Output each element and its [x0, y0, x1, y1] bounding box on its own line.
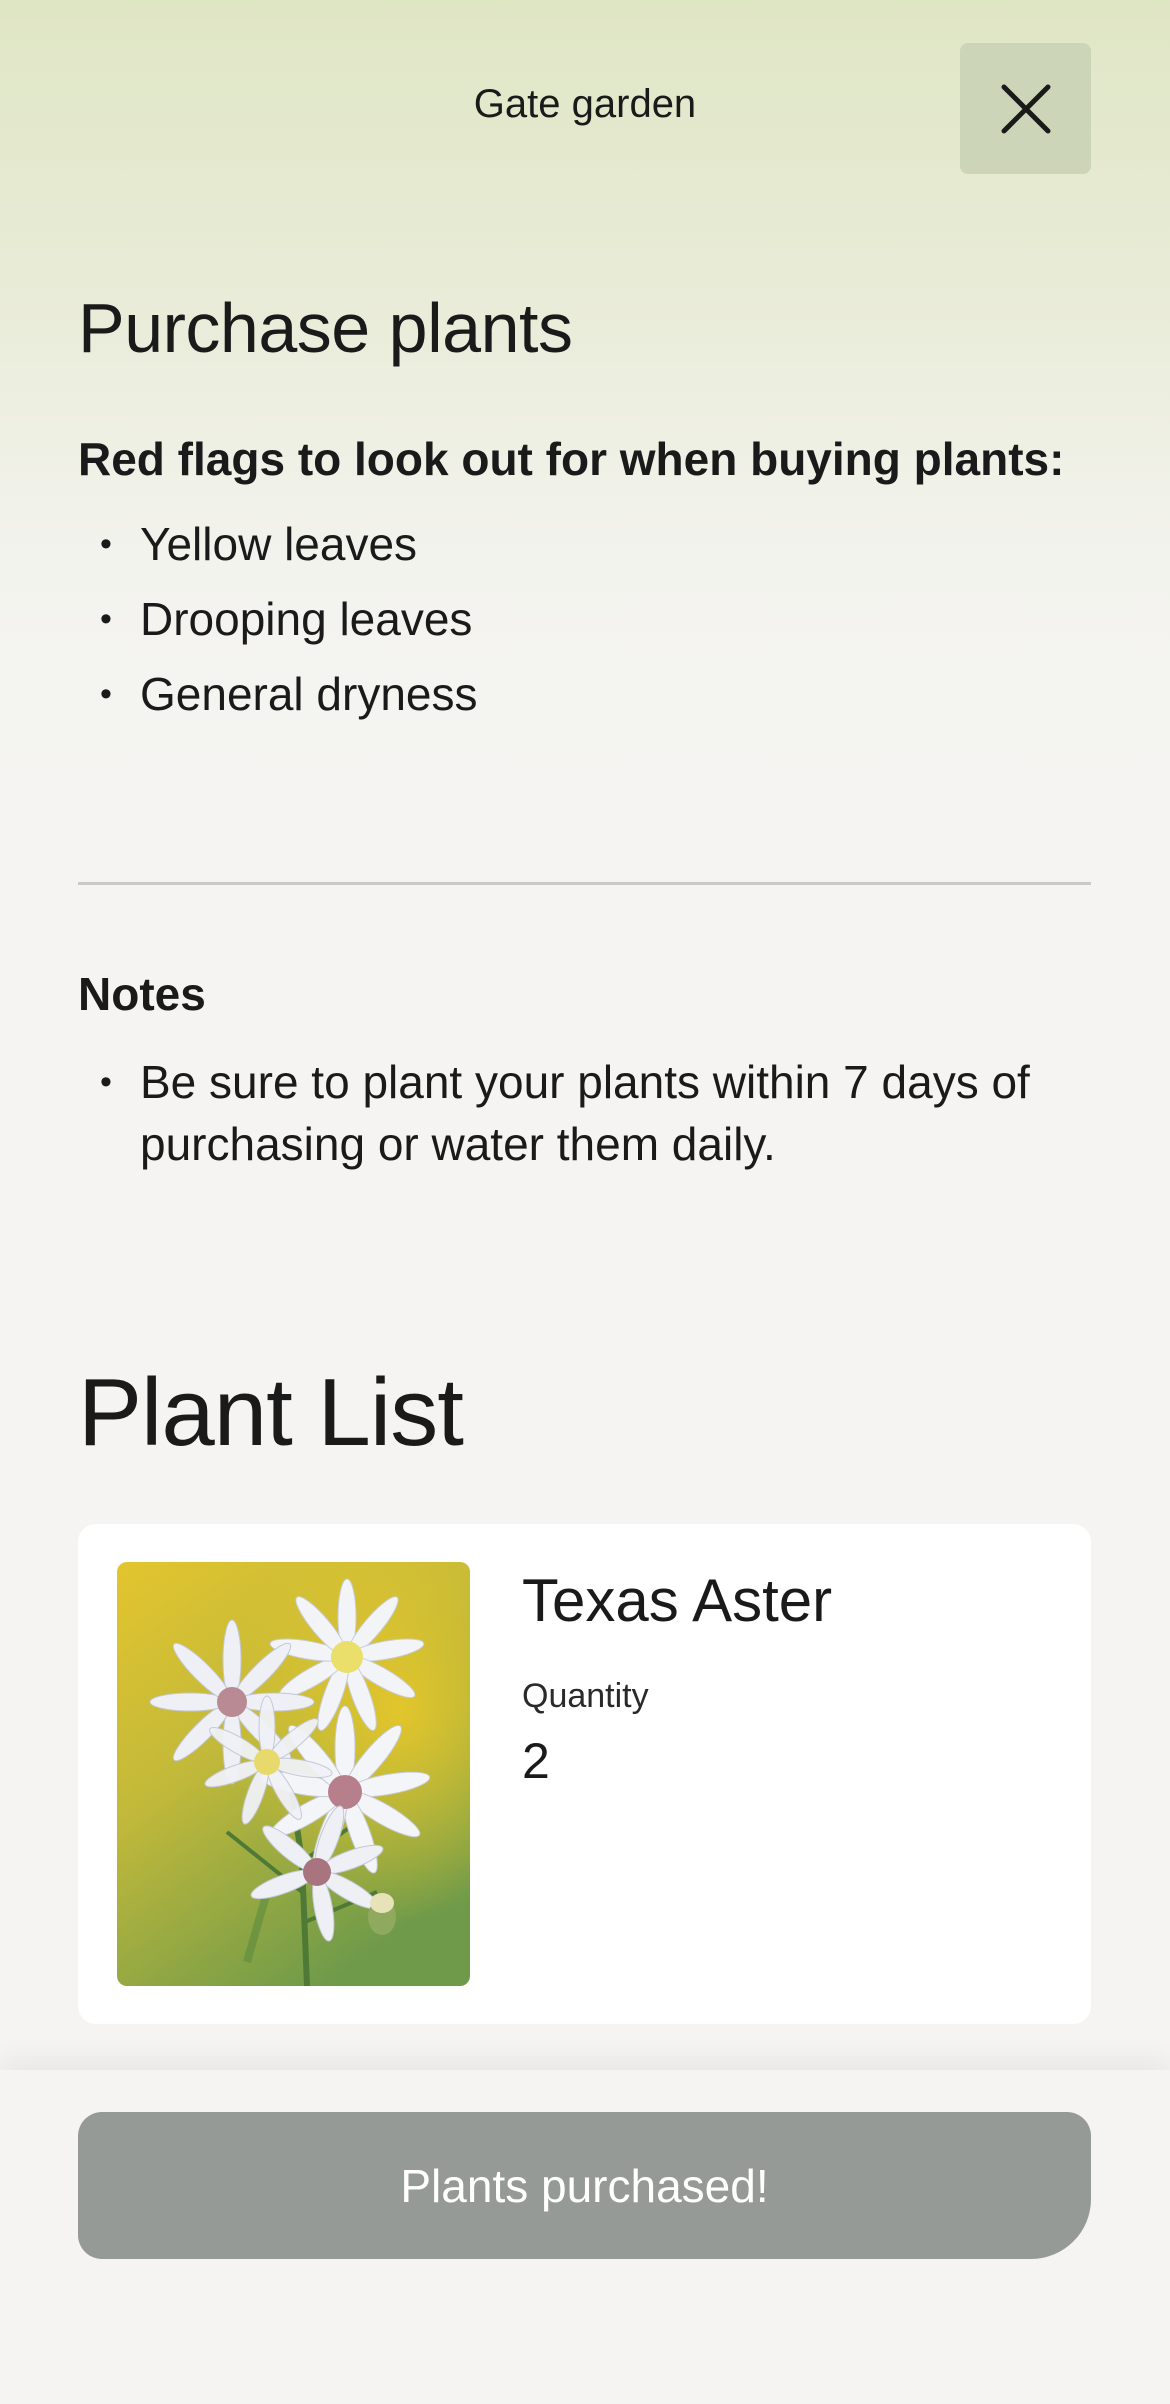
- list-item: • Drooping leaves: [78, 588, 1098, 650]
- plant-name: Texas Aster: [522, 1567, 833, 1634]
- plant-card[interactable]: Texas Aster Quantity 2: [78, 1524, 1091, 2024]
- list-item: • Be sure to plant your plants within 7 d…: [78, 1051, 1098, 1175]
- red-flag-text: General dryness: [140, 668, 478, 720]
- red-flags-heading: Red flags to look out for when buying pl…: [78, 433, 1065, 485]
- footer: Plants purchased!: [0, 2070, 1170, 2404]
- bullet-icon: •: [100, 525, 112, 563]
- bullet-icon: •: [100, 1063, 112, 1101]
- red-flag-text: Yellow leaves: [140, 518, 418, 570]
- notes-list: • Be sure to plant your plants within 7 d…: [78, 1051, 1098, 1188]
- list-item: • Yellow leaves: [78, 513, 1098, 575]
- header: Gate garden: [0, 0, 1170, 220]
- quantity-value: 2: [522, 1733, 550, 1789]
- red-flags-list: • Yellow leaves • Drooping leaves • General…: [78, 513, 1098, 738]
- notes-heading: Notes: [78, 968, 206, 1020]
- red-flag-text: Drooping leaves: [140, 593, 473, 645]
- bullet-icon: •: [100, 600, 112, 638]
- close-icon: [1001, 84, 1050, 133]
- divider: [78, 882, 1091, 885]
- plants-purchased-button[interactable]: Plants purchased!: [78, 2112, 1091, 2259]
- texas-aster-image: [117, 1562, 470, 1986]
- list-item: • General dryness: [78, 663, 1098, 725]
- note-text: Be sure to plant your plants within 7 da…: [140, 1056, 1030, 1170]
- quantity-label: Quantity: [522, 1677, 649, 1715]
- plant-list-title: Plant List: [78, 1359, 464, 1466]
- bullet-icon: •: [100, 675, 112, 713]
- close-button[interactable]: [960, 43, 1091, 174]
- plant-image: [117, 1562, 470, 1986]
- page-title: Purchase plants: [78, 289, 573, 367]
